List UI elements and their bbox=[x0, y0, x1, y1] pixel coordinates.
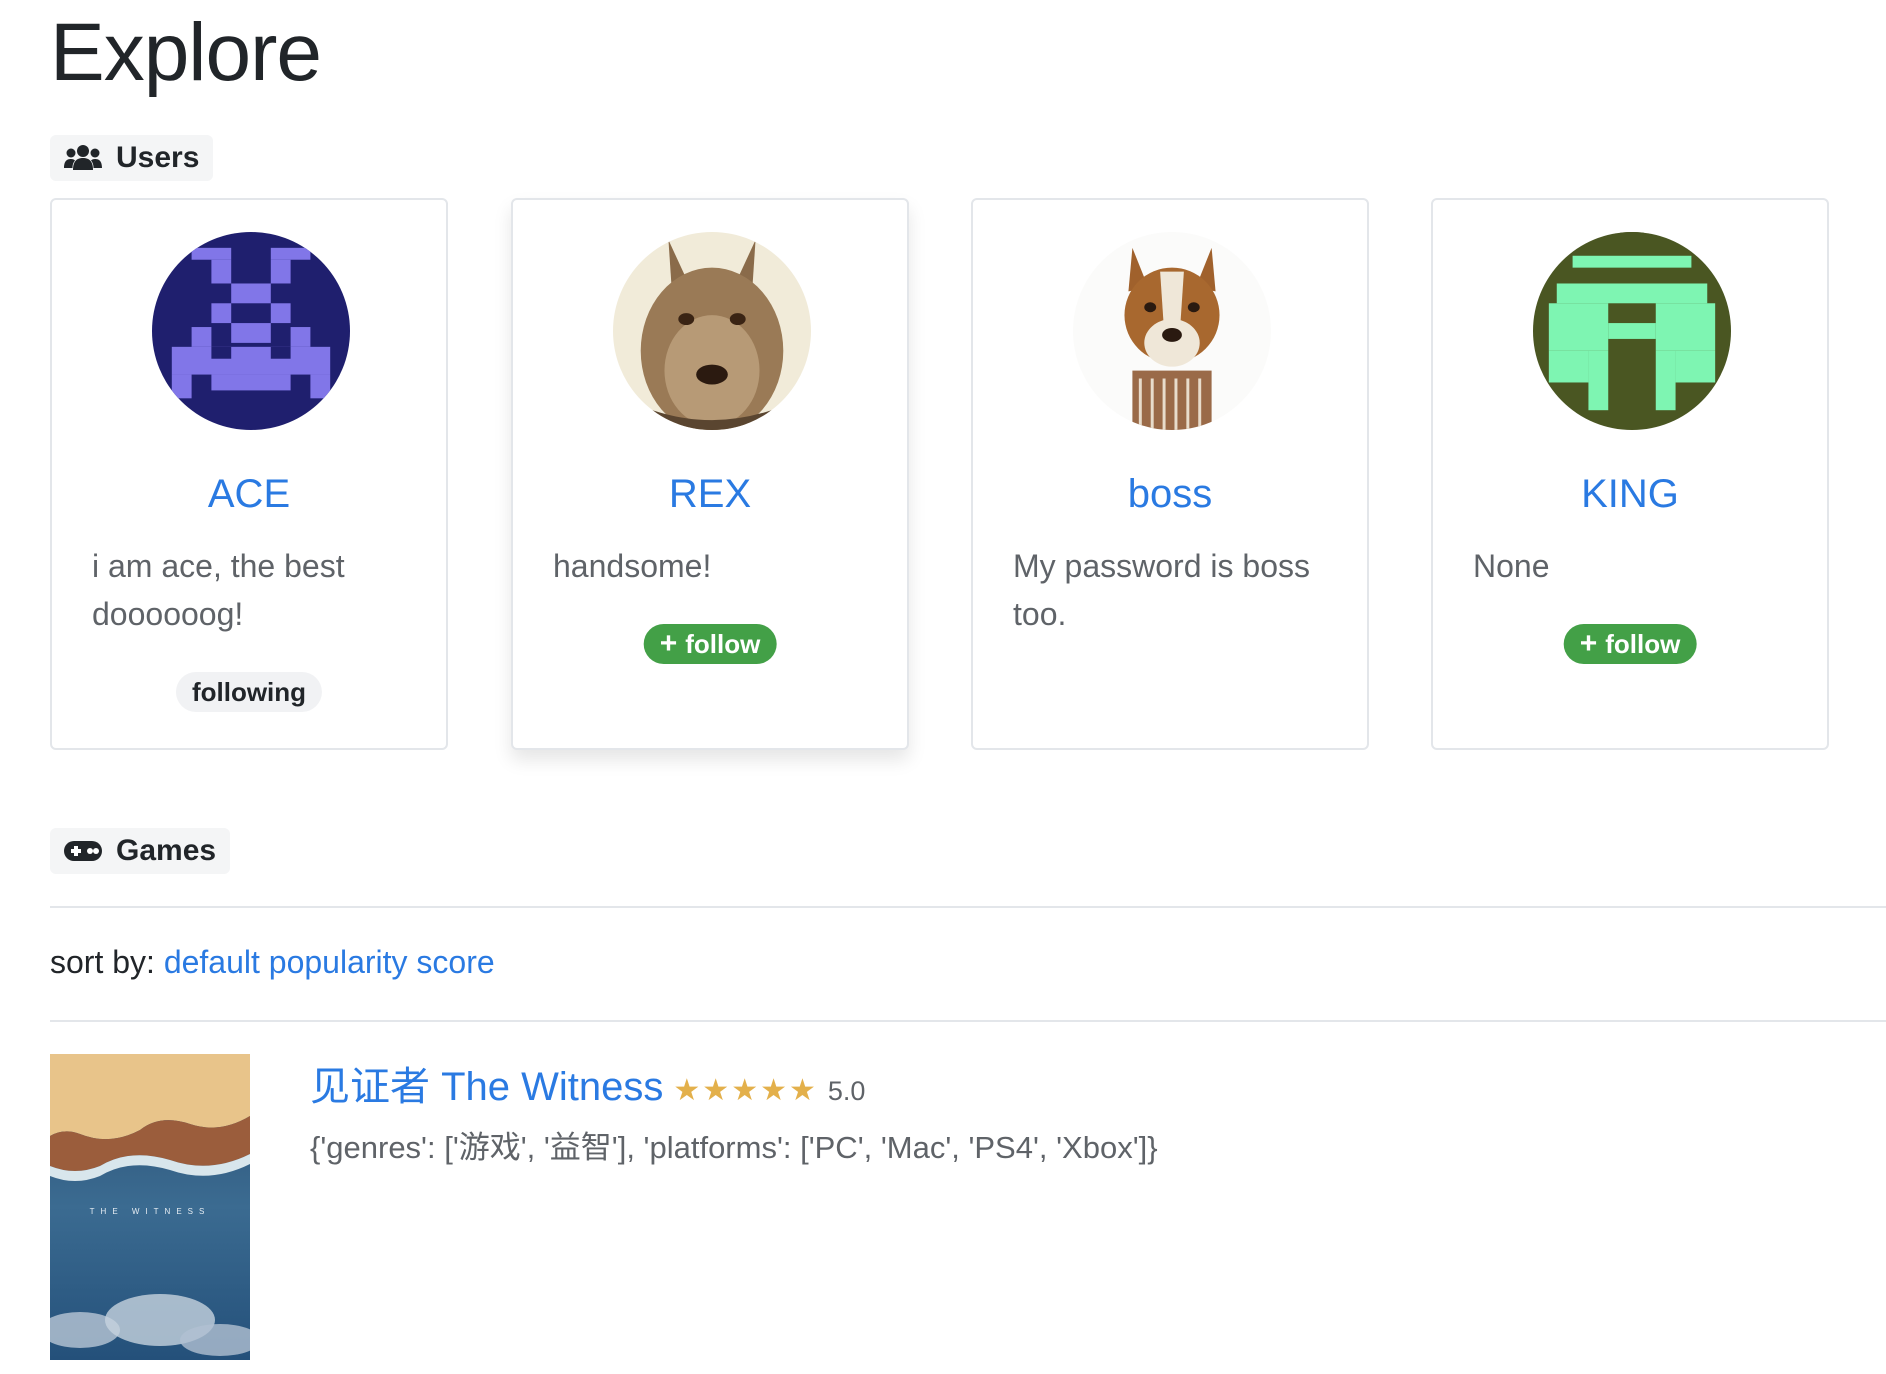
user-bio: My password is boss too. bbox=[1013, 548, 1310, 632]
user-card-boss: boss My password is boss too. bbox=[971, 198, 1369, 750]
sort-label: sort by: bbox=[50, 944, 155, 980]
page-title: Explore bbox=[50, 7, 322, 98]
avatar[interactable] bbox=[613, 232, 811, 430]
users-section-header: Users bbox=[50, 135, 214, 181]
username-link[interactable]: boss bbox=[973, 470, 1367, 518]
divider bbox=[50, 1020, 1886, 1022]
username-link[interactable]: REX bbox=[513, 470, 907, 518]
follow-label: follow bbox=[685, 628, 761, 659]
avatar[interactable] bbox=[1073, 232, 1271, 430]
game-title-link[interactable]: 见证者 The Witness bbox=[310, 1054, 663, 1112]
cover-title-text: THE WITNESS bbox=[90, 1207, 211, 1216]
sort-option-link[interactable]: default popularity score bbox=[164, 944, 495, 980]
users-icon bbox=[64, 144, 102, 172]
user-bio: None bbox=[1473, 548, 1550, 584]
dog-photo-avatar bbox=[613, 232, 811, 430]
following-badge[interactable]: following bbox=[175, 672, 323, 712]
games-section-label: Games bbox=[116, 834, 217, 867]
follow-button[interactable]: + follow bbox=[1563, 624, 1697, 664]
follow-label: follow bbox=[1605, 628, 1681, 659]
divider bbox=[50, 906, 1886, 908]
user-bio: handsome! bbox=[553, 548, 712, 584]
rating-stars: ★★★★★ bbox=[673, 1074, 818, 1107]
pixel-identicon-avatar bbox=[1533, 232, 1731, 430]
user-card-king: KING None + follow bbox=[1431, 198, 1829, 750]
games-section-header: Games bbox=[50, 828, 231, 874]
game-meta: {'genres': ['游戏', '益智'], 'platforms': ['… bbox=[310, 1130, 1158, 1165]
game-title-row: 见证者 The Witness ★★★★★ 5.0 bbox=[310, 1054, 865, 1112]
username-link[interactable]: KING bbox=[1433, 470, 1827, 518]
explore-page: Explore Users ACE i am ace, the best doo… bbox=[0, 0, 1886, 1374]
user-card-rex: REX handsome! + follow bbox=[511, 198, 909, 750]
user-card-ace: ACE i am ace, the best doooooog! followi… bbox=[50, 198, 448, 750]
follow-button[interactable]: + follow bbox=[643, 624, 777, 664]
plus-icon: + bbox=[1579, 627, 1598, 660]
game-cover-image[interactable]: THE WITNESS bbox=[50, 1054, 250, 1360]
sort-row: sort by: default popularity score bbox=[50, 944, 495, 981]
gamepad-icon bbox=[64, 839, 102, 863]
avatar[interactable] bbox=[1533, 232, 1731, 430]
users-section-label: Users bbox=[116, 141, 200, 174]
plus-icon: + bbox=[659, 627, 678, 660]
dog-photo-avatar bbox=[1073, 232, 1271, 430]
avatar[interactable] bbox=[152, 232, 350, 430]
rating-score: 5.0 bbox=[827, 1076, 866, 1106]
user-bio: i am ace, the best doooooog! bbox=[92, 548, 345, 632]
pixel-invader-avatar bbox=[152, 232, 350, 430]
username-link[interactable]: ACE bbox=[52, 470, 446, 518]
